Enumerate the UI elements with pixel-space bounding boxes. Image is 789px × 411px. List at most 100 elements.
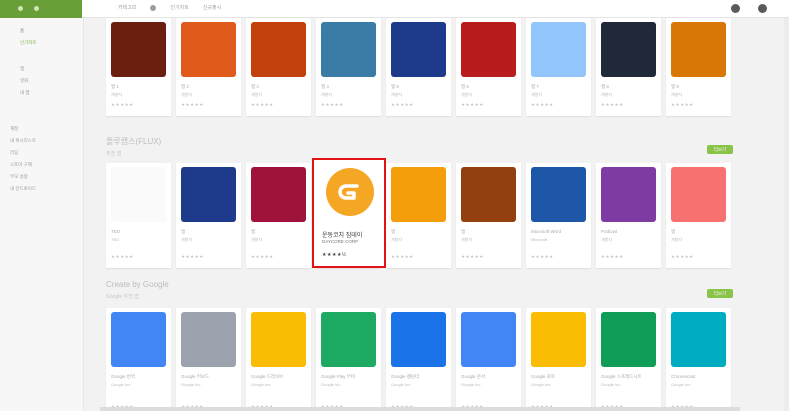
app-thumbnail-icon	[671, 22, 726, 77]
app-card[interactable]: 앱 1 개발자 ★★★★★	[106, 18, 171, 116]
app-developer: 개발자	[181, 237, 193, 242]
sidebar-item-movies[interactable]: 영화	[20, 78, 28, 84]
app-card[interactable]: 앱 개발자 ★★★★★	[456, 163, 521, 268]
settings-icon[interactable]	[731, 4, 740, 13]
home-icon[interactable]	[150, 4, 157, 11]
app-developer: 개발자	[251, 92, 263, 97]
app-developer: DAYCORE CORP	[322, 239, 359, 244]
play-store-logo[interactable]	[0, 0, 82, 18]
app-card[interactable]: Google Play 무비Google Inc.★★★★★	[316, 308, 381, 411]
app-card[interactable]: 앱 개발자 ★★★★★	[386, 163, 451, 268]
nav-new-releases[interactable]: 신규출시	[203, 4, 221, 11]
app-card[interactable]: 앱 4 개발자 ★★★★★	[316, 18, 381, 116]
app-rating: ★★★★★	[251, 102, 274, 107]
app-developer: 개발자	[181, 92, 193, 97]
app-developer: 개발자	[391, 237, 403, 242]
app-title: Google 키보드	[181, 374, 210, 379]
app-thumbnail-icon	[531, 312, 586, 367]
sidebar-item-my-android[interactable]: 내 안드로이드	[10, 186, 36, 192]
highlighted-app-card[interactable]: 운동코치 짐데이 DAYCORE CORP ★★★★½	[312, 158, 386, 268]
app-card[interactable]: 앱 2 개발자 ★★★★★	[176, 18, 241, 116]
app-rating: ★★★★½	[322, 252, 347, 258]
sidebar-item-redeem[interactable]: 리딤	[10, 150, 18, 156]
sidebar: 홈 인기차트 앱 영화 내 앱 계정 내 위시리스트 리딤 스토어 구매 부모 …	[0, 18, 84, 411]
top-nav: 카테고리 인기차트 신규출시	[118, 4, 221, 11]
app-card[interactable]: Podcast 개발자 ★★★★★	[596, 163, 661, 268]
app-thumbnail-icon	[391, 22, 446, 77]
app-rating: ★★★★★	[111, 102, 134, 107]
app-rating: ★★★★★	[601, 254, 624, 259]
app-title: 앱 9	[671, 84, 679, 89]
app-thumbnail-icon	[531, 167, 586, 222]
more-button-google[interactable]: 더보기	[707, 289, 733, 298]
app-card[interactable]: Google 번역Google Inc.★★★★★	[106, 308, 171, 411]
app-title: Google 캘린더	[391, 374, 420, 379]
app-card[interactable]: 앱 8 개발자 ★★★★★	[596, 18, 661, 116]
g-logo-icon	[338, 184, 359, 200]
app-thumbnail-icon	[321, 312, 376, 367]
app-developer: 개발자	[321, 92, 333, 97]
app-card[interactable]: 앱 6 개발자 ★★★★★	[456, 18, 521, 116]
app-thumbnail-icon	[671, 312, 726, 367]
app-name: 운동코치 짐데이	[322, 233, 363, 239]
app-title: 앱 3	[251, 84, 259, 89]
app-developer: Google Inc.	[531, 382, 552, 387]
app-rating: ★★★★★	[601, 102, 624, 107]
app-title: Google 번역	[111, 374, 136, 379]
sidebar-item-my-apps[interactable]: 내 앱	[20, 90, 30, 96]
games-row: 앱 1 개발자 ★★★★★ 앱 2 개발자 ★★★★★ 앱 3 개발자 ★★★★★ 앱 4 개발자 ★…	[106, 18, 731, 116]
app-title: 앱 8	[601, 84, 609, 89]
app-title: 앱	[671, 229, 676, 234]
app-card[interactable]: 앱 개발자 ★★★★★	[246, 163, 311, 268]
app-card[interactable]: Google 키보드Google Inc.★★★★★	[176, 308, 241, 411]
app-developer: Google Inc.	[321, 382, 342, 387]
bottom-scrollbar[interactable]	[100, 407, 740, 411]
app-developer: 개발자	[461, 92, 473, 97]
app-rating: ★★★★★	[391, 254, 414, 259]
section-subtitle-google: Google 추천 앱	[106, 294, 139, 300]
app-rating: ★★★★★	[461, 254, 484, 259]
app-thumbnail-icon	[531, 22, 586, 77]
account-icon[interactable]	[758, 4, 767, 13]
app-card[interactable]: 앱 7 개발자 ★★★★★	[526, 18, 591, 116]
sidebar-item-purchases[interactable]: 스토어 구매	[10, 162, 32, 168]
app-rating: ★★★★★	[671, 254, 694, 259]
nav-top-charts[interactable]: 인기차트	[170, 4, 188, 11]
app-developer: Google Inc.	[251, 382, 272, 387]
nav-categories[interactable]: 카테고리	[118, 4, 136, 11]
app-card[interactable]: Google 캘린더Google Inc.★★★★★	[386, 308, 451, 411]
app-thumbnail-icon	[111, 22, 166, 77]
app-card[interactable]: 앱 5 개발자 ★★★★★	[386, 18, 451, 116]
app-card[interactable]: 앱 9 개발자 ★★★★★	[666, 18, 731, 116]
app-card[interactable]: Google 문서Google Inc.★★★★★	[456, 308, 521, 411]
section-title-google: Create by Google	[106, 280, 169, 289]
app-developer: Google Inc.	[671, 382, 692, 387]
app-card[interactable]: Microsoft Word Microsoft ★★★★★	[526, 163, 591, 268]
scrollbar[interactable]	[784, 18, 789, 411]
app-thumbnail-icon	[181, 312, 236, 367]
app-card[interactable]: Google 스프레드시트Google Inc.★★★★★	[596, 308, 661, 411]
sidebar-item-apps[interactable]: 앱	[20, 66, 24, 72]
app-card[interactable]: 앱 개발자 ★★★★★	[176, 163, 241, 268]
sidebar-sub-top-charts[interactable]: 인기차트	[20, 40, 37, 46]
sidebar-item-account[interactable]: 계정	[10, 126, 18, 132]
app-card[interactable]: TED TED ★★★★★	[106, 163, 171, 268]
app-card[interactable]: Google 드라이브Google Inc.★★★★★	[246, 308, 311, 411]
app-card[interactable]: 앱 3 개발자 ★★★★★	[246, 18, 311, 116]
app-thumbnail-icon	[321, 22, 376, 77]
app-developer: TED	[111, 237, 119, 242]
app-thumbnail-icon	[601, 22, 656, 77]
app-card[interactable]: ChromecastGoogle Inc.★★★★★	[666, 308, 731, 411]
app-developer: Google Inc.	[391, 382, 412, 387]
menu-icon	[18, 6, 23, 11]
sidebar-item-wishlist[interactable]: 내 위시리스트	[10, 138, 36, 144]
sidebar-sub-home[interactable]: 홈	[20, 28, 24, 34]
more-button-flux[interactable]: 더보기	[707, 145, 733, 154]
app-title: Google Play 무비	[321, 374, 356, 379]
sidebar-item-parental[interactable]: 부모 설정	[10, 174, 28, 180]
app-card[interactable]: Google 포토Google Inc.★★★★★	[526, 308, 591, 411]
app-title: Google 포토	[531, 374, 556, 379]
app-developer: Google Inc.	[111, 382, 132, 387]
app-developer: 개발자	[461, 237, 473, 242]
app-card[interactable]: 앱 개발자 ★★★★★	[666, 163, 731, 268]
